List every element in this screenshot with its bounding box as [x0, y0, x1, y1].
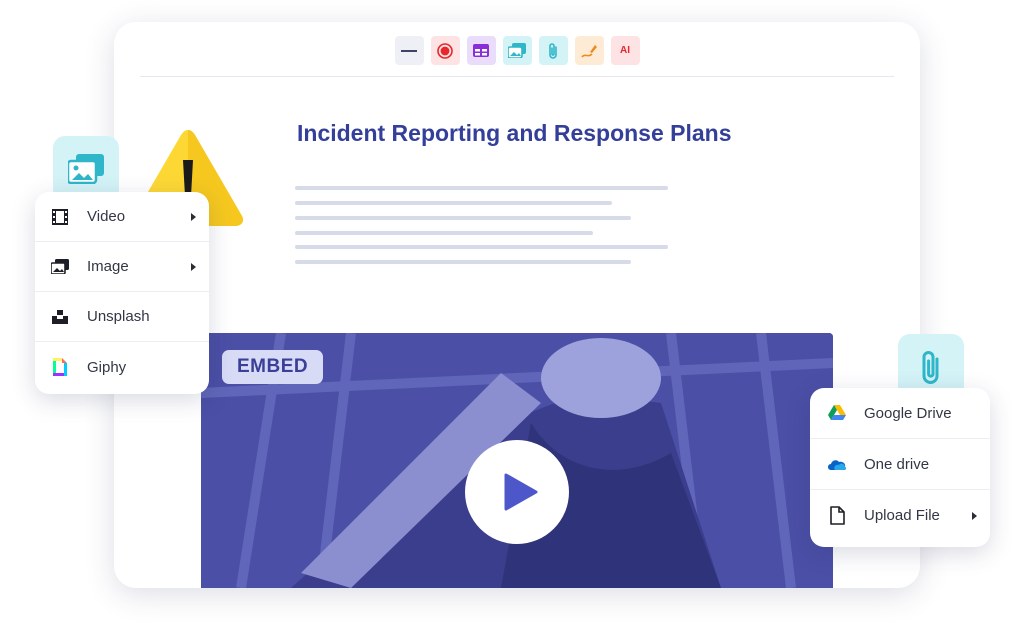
media-button[interactable] — [502, 36, 532, 65]
media-icon — [68, 154, 104, 184]
toolbar-divider — [140, 76, 894, 77]
menu-item-label: Unsplash — [87, 308, 150, 325]
table-button[interactable] — [466, 36, 496, 65]
image-icon — [50, 257, 70, 277]
menu-item-label: Giphy — [87, 358, 127, 376]
attachment-button[interactable] — [538, 36, 568, 65]
menu-item-label: Image — [87, 258, 129, 275]
onedrive-icon — [826, 453, 848, 475]
attachment-icon — [549, 42, 557, 59]
menu-item-video[interactable]: Video — [35, 192, 209, 242]
drawing-button[interactable] — [574, 36, 604, 65]
text-line — [295, 260, 631, 264]
embedded-video[interactable]: EMBED — [201, 333, 833, 588]
film-icon — [50, 207, 70, 227]
text-line — [295, 201, 612, 205]
record-button[interactable] — [430, 36, 460, 65]
play-button[interactable] — [465, 440, 569, 544]
toolbar: AI — [114, 36, 920, 66]
drawing-icon — [581, 44, 597, 58]
media-icon — [508, 43, 526, 58]
text-line — [295, 245, 668, 249]
chevron-right-icon — [972, 511, 977, 520]
menu-item-google-drive[interactable]: Google Drive — [810, 388, 990, 439]
text-line — [295, 216, 631, 220]
divider-line-button[interactable] — [394, 36, 424, 65]
menu-item-unsplash[interactable]: Unsplash — [35, 292, 209, 342]
divider-line-icon — [401, 49, 417, 52]
google-drive-icon — [826, 402, 848, 424]
menu-item-label: Upload File — [864, 507, 940, 524]
menu-item-label: Google Drive — [864, 404, 952, 422]
menu-item-label: Video — [87, 208, 126, 225]
media-menu: Video Image Unsplash Giphy — [35, 192, 209, 394]
chevron-right-icon — [191, 212, 196, 221]
menu-item-onedrive[interactable]: One drive — [810, 439, 990, 490]
text-line — [295, 231, 593, 235]
menu-item-giphy[interactable]: Giphy — [35, 342, 209, 392]
menu-item-image[interactable]: Image — [35, 242, 209, 292]
chevron-right-icon — [191, 262, 196, 271]
ai-icon: AI — [620, 45, 630, 56]
menu-item-label: One drive — [864, 455, 930, 473]
play-icon — [504, 473, 537, 511]
giphy-icon — [50, 357, 70, 377]
text-line — [295, 186, 668, 190]
record-icon — [437, 42, 453, 59]
page-title: Incident Reporting and Response Plans — [297, 120, 732, 146]
attachment-icon — [922, 351, 939, 384]
embed-badge: EMBED — [222, 350, 324, 384]
attachment-menu: Google Drive One drive Upload File — [810, 388, 990, 547]
table-icon — [473, 44, 489, 57]
ai-button[interactable]: AI — [610, 36, 640, 65]
file-icon — [826, 505, 848, 527]
menu-item-upload-file[interactable]: Upload File — [810, 490, 990, 541]
unsplash-icon — [50, 307, 70, 327]
